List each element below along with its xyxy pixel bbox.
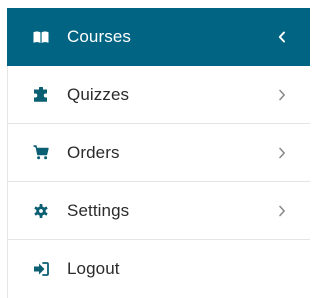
menu-item-settings[interactable]: Settings bbox=[8, 182, 310, 240]
puzzle-icon bbox=[33, 86, 49, 103]
sidebar-menu: Courses Quizzes Orders Settings Logout bbox=[7, 8, 310, 298]
menu-item-quizzes[interactable]: Quizzes bbox=[8, 66, 310, 124]
menu-item-label: Quizzes bbox=[67, 84, 130, 104]
chevron-right-icon bbox=[276, 147, 288, 159]
menu-item-label: Courses bbox=[67, 26, 132, 46]
menu-item-courses[interactable]: Courses bbox=[7, 8, 310, 66]
menu-item-label: Settings bbox=[67, 200, 130, 220]
menu-item-label: Orders bbox=[67, 142, 120, 162]
chevron-right-icon bbox=[276, 89, 288, 101]
chevron-right-icon bbox=[276, 205, 288, 217]
gear-icon bbox=[33, 203, 49, 219]
book-open-icon bbox=[33, 29, 49, 45]
cart-icon bbox=[33, 145, 49, 161]
logout-icon bbox=[33, 261, 49, 277]
menu-item-logout[interactable]: Logout bbox=[8, 240, 310, 298]
menu-item-orders[interactable]: Orders bbox=[8, 124, 310, 182]
chevron-left-icon bbox=[276, 31, 288, 43]
menu-item-label: Logout bbox=[67, 259, 120, 278]
